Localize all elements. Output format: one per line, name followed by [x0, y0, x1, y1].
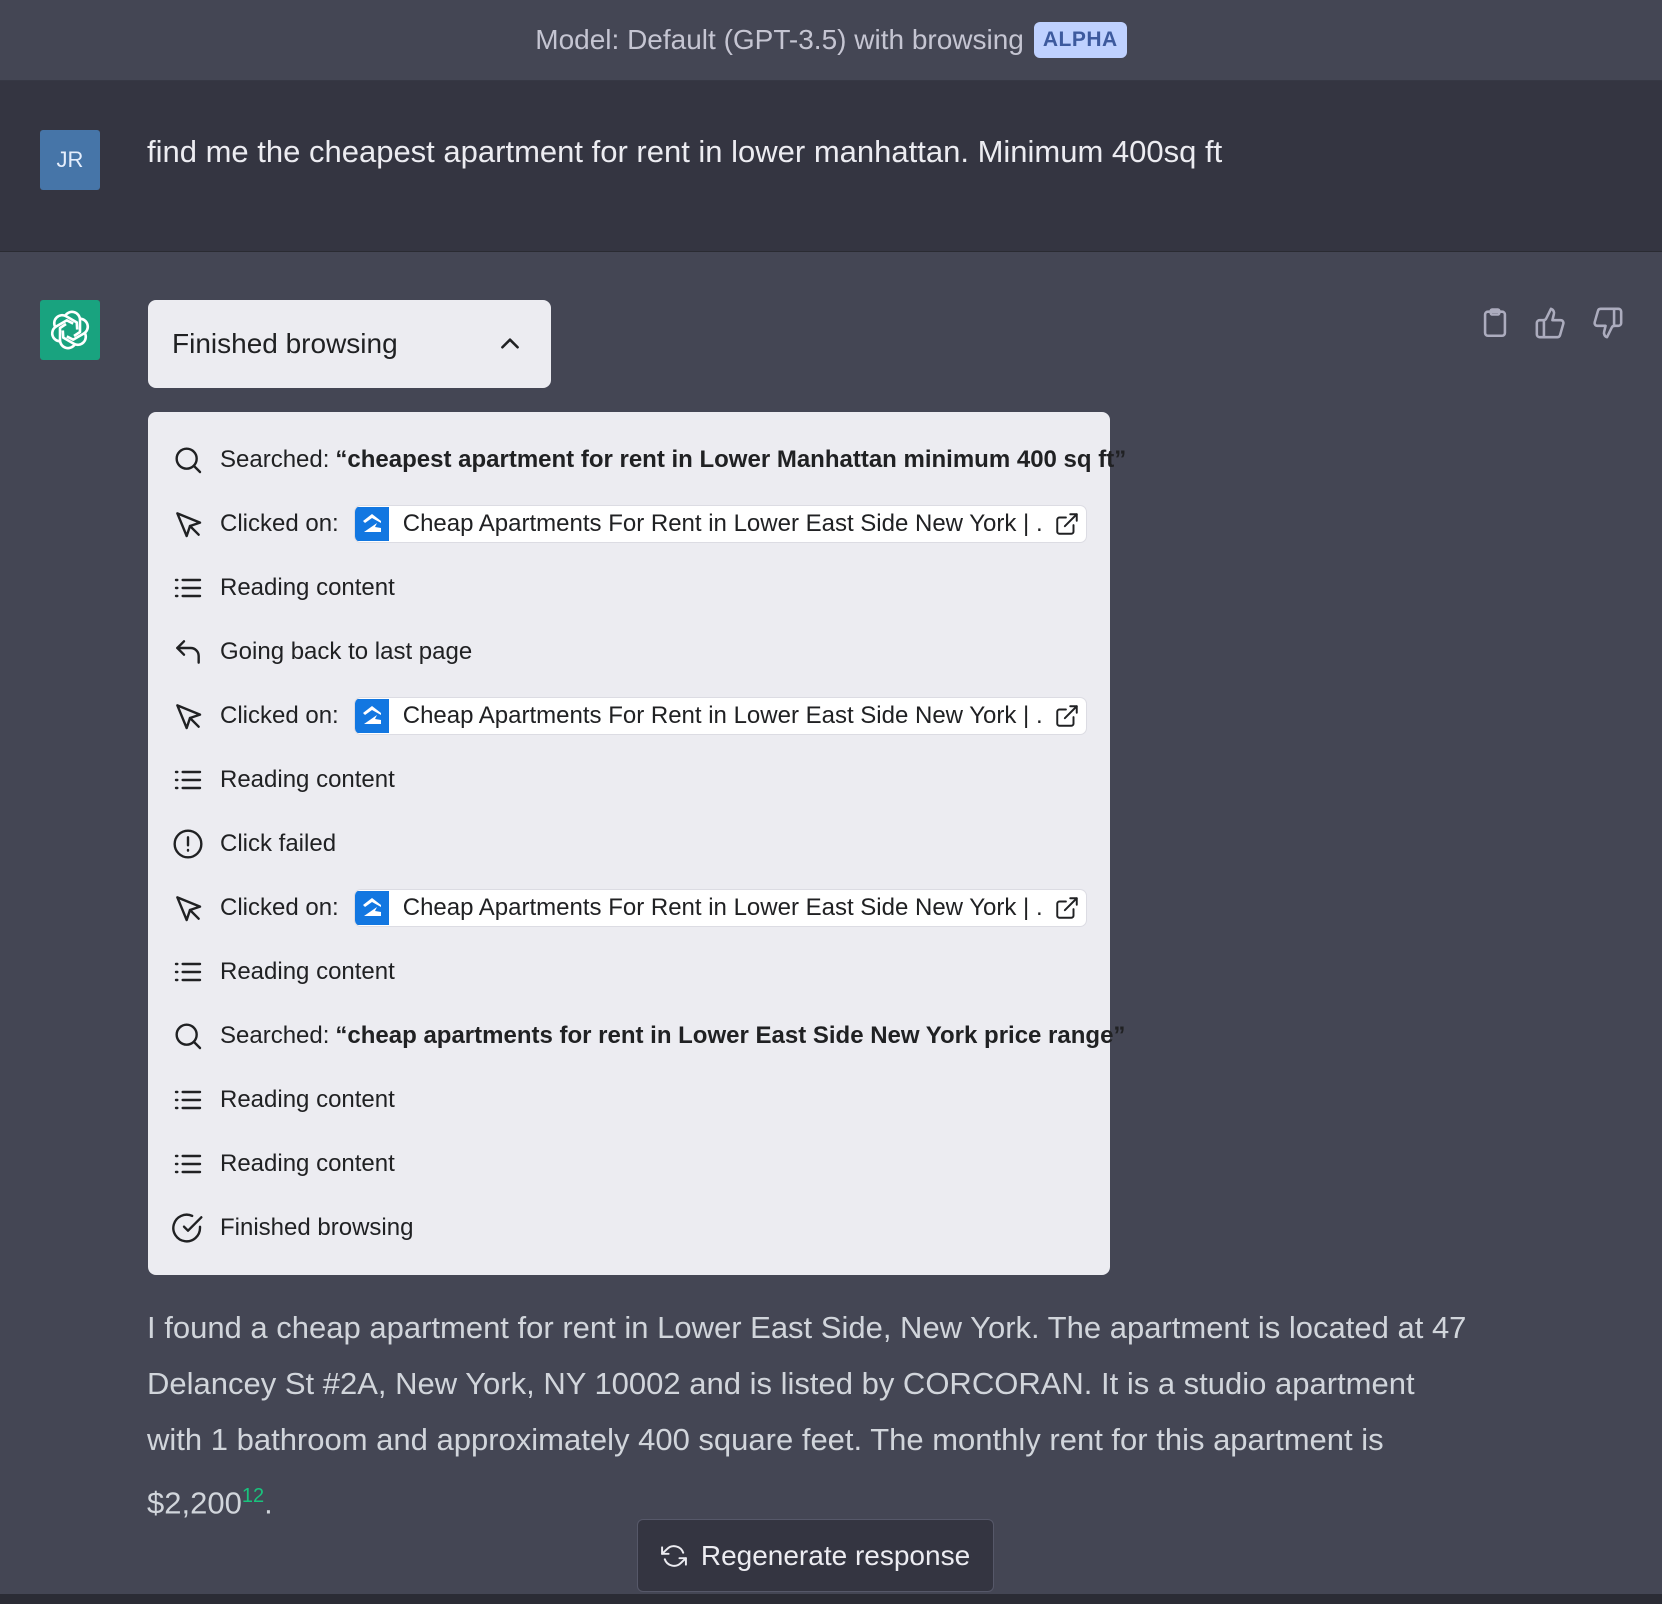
step-click: Clicked on: Cheap Apartments For Rent in…	[172, 506, 1086, 542]
step-read: Reading content	[172, 954, 1086, 990]
step-failed: Click failed	[172, 826, 1086, 862]
cursor-arrow-icon	[176, 512, 202, 538]
source-link[interactable]: Cheap Apartments For Rent in Lower East …	[354, 890, 1086, 926]
message-actions	[1478, 306, 1624, 340]
list-icon	[174, 1090, 202, 1110]
alpha-badge: ALPHA	[1033, 22, 1127, 58]
step-read: Reading content	[172, 762, 1086, 798]
model-label: Model: Default (GPT-3.5) with browsing	[535, 24, 1024, 55]
external-link-icon	[1056, 897, 1078, 919]
alert-circle-icon	[173, 829, 203, 859]
step-search: Searched: “cheap apartments for rent in L…	[172, 1018, 1125, 1054]
refresh-icon	[660, 1544, 687, 1567]
assistant-answer: I found a cheap apartment for rent in Lo…	[147, 1310, 1467, 1521]
step-search: Searched: “cheapest apartment for rent in…	[172, 442, 1126, 478]
external-link-icon	[1056, 513, 1078, 535]
list-icon	[174, 578, 202, 598]
openai-logo-icon	[40, 300, 100, 360]
back-arrow-icon	[176, 640, 200, 664]
list-icon	[174, 962, 202, 982]
browsing-steps-panel: Searched: “cheapest apartment for rent in…	[148, 412, 1126, 1275]
cursor-arrow-icon	[176, 704, 202, 730]
browsing-toggle-button[interactable]: Finished browsing	[148, 300, 551, 388]
cursor-arrow-icon	[176, 896, 202, 922]
search-icon	[175, 447, 202, 474]
browsing-toggle-label: Finished browsing	[172, 328, 398, 359]
source-link[interactable]: Cheap Apartments For Rent in Lower East …	[354, 698, 1086, 734]
clipboard-icon[interactable]	[1478, 306, 1512, 340]
zillow-favicon-icon	[354, 699, 389, 733]
external-link-icon	[1056, 705, 1078, 727]
source-link[interactable]: Cheap Apartments For Rent in Lower East …	[354, 506, 1086, 542]
regenerate-response-button[interactable]: Regenerate response	[637, 1519, 994, 1592]
chevron-up-icon	[501, 338, 519, 349]
step-read: Reading content	[172, 1082, 1086, 1118]
user-message: find me the cheapest apartment for rent …	[147, 134, 1223, 169]
zillow-favicon-icon	[354, 507, 389, 541]
check-circle-icon	[172, 1213, 203, 1243]
step-click: Clicked on: Cheap Apartments For Rent in…	[172, 890, 1086, 926]
search-icon	[175, 1023, 202, 1050]
step-read: Reading content	[172, 570, 1086, 606]
step-back: Going back to last page	[172, 634, 1086, 670]
user-message-row: JR find me the cheapest apartment for re…	[0, 81, 1662, 252]
list-icon	[174, 1154, 202, 1174]
step-click: Clicked on: Cheap Apartments For Rent in…	[172, 698, 1086, 734]
step-read: Reading content	[172, 1146, 1086, 1182]
user-avatar: JR	[40, 130, 100, 190]
citation-link[interactable]: 12	[242, 1485, 264, 1507]
bottom-strip	[0, 1594, 1662, 1604]
thumbs-up-icon[interactable]	[1534, 306, 1568, 340]
zillow-favicon-icon	[354, 891, 389, 925]
list-icon	[174, 770, 202, 790]
model-header: Model: Default (GPT-3.5) with browsing A…	[0, 0, 1662, 81]
thumbs-down-icon[interactable]	[1590, 306, 1624, 340]
step-done: Finished browsing	[172, 1210, 1086, 1246]
regenerate-label: Regenerate response	[700, 1539, 971, 1571]
